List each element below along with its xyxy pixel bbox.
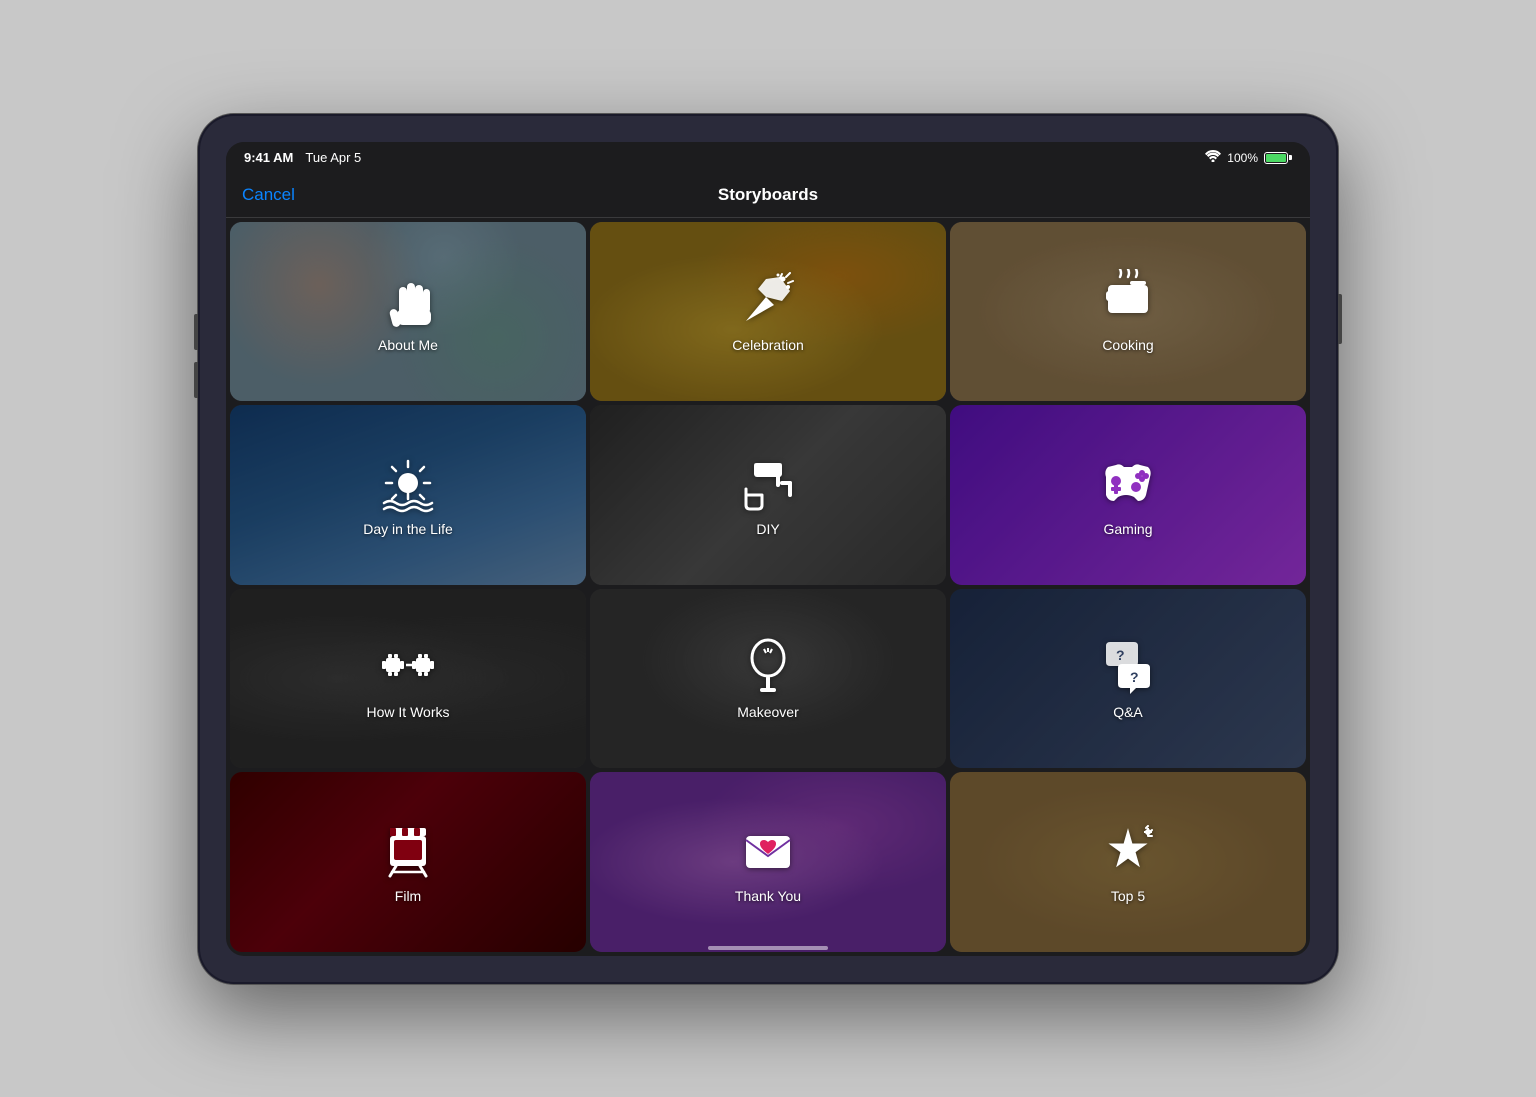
celebration-label: Celebration [732, 337, 804, 353]
film-content: Film [230, 772, 586, 952]
how-it-works-label: How It Works [367, 704, 450, 720]
volume-down-button[interactable] [194, 362, 198, 398]
cooking-icon [1098, 269, 1158, 329]
diy-label: DIY [756, 521, 779, 537]
day-in-life-label: Day in the Life [363, 521, 453, 537]
grid-item-celebration[interactable]: Celebration [590, 222, 946, 402]
volume-up-button[interactable] [194, 314, 198, 350]
qa-icon: ? ? [1098, 636, 1158, 696]
battery-icon [1264, 152, 1292, 164]
grid-item-gaming[interactable]: Gaming [950, 405, 1306, 585]
qa-content: ? ? Q&A [950, 589, 1306, 769]
diy-content: DIY [590, 405, 946, 585]
makeover-content: Makeover [590, 589, 946, 769]
ipad-device: 9:41 AM Tue Apr 5 100% [198, 114, 1338, 984]
celebration-content: Celebration [590, 222, 946, 402]
thank-you-label: Thank You [735, 888, 801, 904]
gamepad-icon [1098, 453, 1158, 513]
status-date: Tue Apr 5 [305, 150, 361, 165]
status-time: 9:41 AM [244, 150, 293, 165]
top5-label: Top 5 [1111, 888, 1145, 904]
grid-item-makeover[interactable]: Makeover [590, 589, 946, 769]
mirror-icon [738, 636, 798, 696]
day-in-life-content: Day in the Life [230, 405, 586, 585]
storyboard-grid: About Me [226, 218, 1310, 956]
gaming-label: Gaming [1103, 521, 1152, 537]
svg-text:?: ? [1130, 669, 1139, 685]
grid-item-cooking[interactable]: Cooking [950, 222, 1306, 402]
grid-item-day-in-life[interactable]: Day in the Life [230, 405, 586, 585]
battery-percentage: 100% [1227, 151, 1258, 165]
ipad-shell: 9:41 AM Tue Apr 5 100% [198, 114, 1338, 984]
navigation-bar: Cancel Storyboards [226, 174, 1310, 218]
status-right: 100% [1205, 150, 1292, 165]
grid-item-thank-you[interactable]: Thank You [590, 772, 946, 952]
grid-item-film[interactable]: Film [230, 772, 586, 952]
cancel-button[interactable]: Cancel [242, 185, 295, 205]
gears-icon [378, 636, 438, 696]
grid-item-top5[interactable]: Top 5 [950, 772, 1306, 952]
gaming-content: Gaming [950, 405, 1306, 585]
screen: 9:41 AM Tue Apr 5 100% [226, 142, 1310, 956]
party-icon [738, 269, 798, 329]
cooking-content: Cooking [950, 222, 1306, 402]
about-me-label: About Me [378, 337, 438, 353]
how-it-works-content: How It Works [230, 589, 586, 769]
grid-item-how-it-works[interactable]: How It Works [230, 589, 586, 769]
grid-item-qa[interactable]: ? ? Q&A [950, 589, 1306, 769]
wifi-icon [1205, 150, 1221, 165]
thank-you-content: Thank You [590, 772, 946, 952]
grid-item-diy[interactable]: DIY [590, 405, 946, 585]
qa-label: Q&A [1113, 704, 1143, 720]
star-icon [1098, 820, 1158, 880]
grid-item-about-me[interactable]: About Me [230, 222, 586, 402]
about-me-content: About Me [230, 222, 586, 402]
makeover-label: Makeover [737, 704, 798, 720]
sunrise-icon [378, 453, 438, 513]
film-icon [378, 820, 438, 880]
power-button[interactable] [1338, 294, 1342, 344]
svg-text:?: ? [1116, 647, 1125, 663]
wave-icon [378, 269, 438, 329]
diy-icon [738, 453, 798, 513]
status-bar: 9:41 AM Tue Apr 5 100% [226, 142, 1310, 174]
film-label: Film [395, 888, 421, 904]
top5-content: Top 5 [950, 772, 1306, 952]
envelope-icon [738, 820, 798, 880]
cooking-label: Cooking [1102, 337, 1153, 353]
page-title: Storyboards [718, 185, 818, 205]
